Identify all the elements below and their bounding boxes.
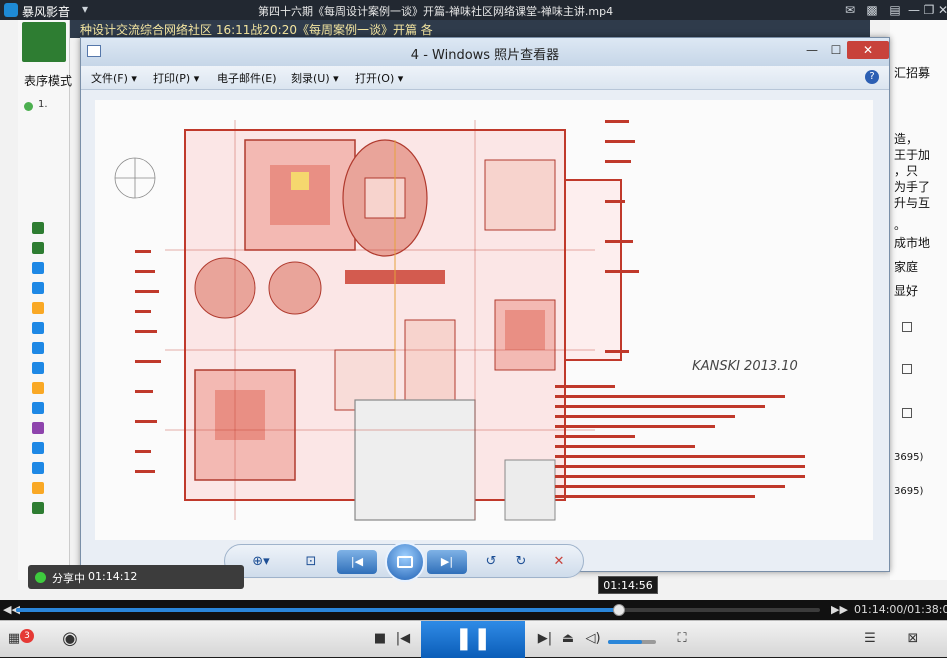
next-icon[interactable]: ▶| (427, 550, 467, 574)
mode-label: 表序模式 (24, 74, 73, 88)
user-icon (32, 322, 44, 334)
share-time: 01:14:12 (88, 570, 138, 583)
seek-handle[interactable] (613, 604, 625, 616)
background-sidebar: 表序模式 1. (18, 20, 73, 580)
app-logo-icon[interactable] (4, 3, 18, 17)
fullscreen-icon[interactable]: ⛶ (672, 629, 692, 649)
app-name[interactable]: 暴风影音 (22, 3, 70, 20)
menu-file[interactable]: 文件(F) ▾ (91, 70, 137, 86)
user-icon (32, 282, 44, 294)
user-icon (32, 362, 44, 374)
stop-icon[interactable]: ■ (370, 629, 390, 649)
background-right-panel: 汇招募 造， 王于加 ，只 为手了 升与互 。 成市地 家庭 显好 3695) … (890, 20, 947, 580)
fast-forward-icon[interactable]: ▶▶ (831, 603, 848, 616)
pv-close-button[interactable]: ✕ (847, 41, 889, 59)
app-menu-arrow-icon[interactable]: ▾ (82, 2, 88, 16)
right-text: 王于加 (894, 148, 931, 162)
share-label: 分享中 (52, 572, 85, 585)
right-text: 升与互 (894, 196, 931, 210)
user-icon (32, 402, 44, 414)
first-item-label: 1. (38, 99, 48, 110)
video-area[interactable]: 种设计交流综合网络社区 16:11战20:20《每周案例一谈》开篇 各 表序模式… (0, 20, 947, 600)
photo-viewer-title: 4 - Windows 照片查看器 (410, 48, 560, 63)
time-display: 01:14:00/01:38:02 (854, 603, 947, 616)
eye-icon[interactable]: ◉ (52, 629, 88, 649)
delete-icon[interactable]: ✕ (547, 552, 571, 572)
right-text: 为手了 (894, 180, 931, 194)
checkbox-icon[interactable] (902, 364, 912, 374)
close-icon[interactable]: ✕ (935, 2, 947, 18)
status-dot-icon (24, 102, 33, 111)
background-banner: 种设计交流综合网络社区 16:11战20:20《每周案例一谈》开篇 各 (70, 20, 870, 38)
help-icon[interactable]: ? (865, 70, 879, 84)
right-text: 成市地 (894, 236, 931, 250)
volume-level (608, 640, 642, 644)
settings-icon[interactable]: ▤ (887, 2, 903, 18)
user-icon (32, 482, 44, 494)
volume-icon[interactable]: ◁) (583, 629, 603, 649)
plan-signature: KANSKI 2013.10 (692, 359, 798, 374)
user-icon (32, 242, 44, 254)
notification-badge: 3 (20, 629, 34, 643)
photo-viewer-toolbar: ⊕▾ ⊡ |◀ ▶| ↺ ↻ ✕ (224, 542, 584, 582)
volume-slider[interactable] (608, 640, 656, 644)
share-status-dot-icon (35, 572, 46, 583)
photo-viewer-menubar: 文件(F) ▾ 打印(P) ▾ 电子邮件(E) 刻录(U) ▾ 打开(O) ▾ … (81, 66, 889, 90)
right-text: 汇招募 (894, 66, 931, 80)
right-text: 显好 (894, 284, 919, 298)
menu-open[interactable]: 打开(O) ▾ (355, 70, 403, 86)
layout-icon[interactable]: ⊠ (903, 629, 923, 649)
checkbox-icon[interactable] (902, 408, 912, 418)
previous-track-icon[interactable]: |◀ (393, 629, 413, 649)
seek-progress (16, 608, 619, 612)
seek-tooltip: 01:14:56 (598, 576, 658, 594)
photo-viewer-caption: 4 - Windows 照片查看器 — ☐ ✕ (81, 38, 889, 66)
seek-bar-area: ◀◀ ▶▶ 01:14:00/01:38:02 (0, 600, 947, 620)
user-icon (32, 342, 44, 354)
user-icon (32, 462, 44, 474)
minimize-icon[interactable]: — (906, 2, 922, 18)
right-number: 3695) (894, 452, 924, 463)
zoom-icon[interactable]: ⊕▾ (249, 552, 273, 572)
community-logo-icon (22, 22, 66, 62)
user-icon (32, 222, 44, 234)
pv-minimize-button[interactable]: — (801, 41, 823, 59)
right-text: 家庭 (894, 260, 919, 274)
user-icon (32, 442, 44, 454)
skin-icon[interactable]: ▩ (864, 2, 880, 18)
user-icon (32, 262, 44, 274)
menu-email[interactable]: 电子邮件(E) (217, 70, 277, 86)
playlist-icon[interactable]: ☰ (860, 629, 880, 649)
rotate-left-icon[interactable]: ↺ (479, 552, 503, 572)
control-bar: ▦ 3 ◉ ■ |◀ ❚❚ ▶| ⏏ ◁) ⛶ ☰ ⊠ (0, 620, 947, 658)
pv-maximize-button[interactable]: ☐ (825, 41, 847, 59)
menu-print[interactable]: 打印(P) ▾ (153, 70, 199, 86)
slideshow-icon[interactable] (385, 542, 425, 582)
user-icon (32, 422, 44, 434)
right-text: 。 (894, 218, 907, 232)
pause-button[interactable]: ❚❚ (421, 621, 525, 658)
next-track-icon[interactable]: ▶| (535, 629, 555, 649)
message-icon[interactable]: ✉ (842, 2, 858, 18)
window-title: 第四十六期《每周设计案例一谈》开篇-禅味社区网络课堂-禅味主讲.mp4 (258, 5, 614, 18)
photo-viewer-window: 4 - Windows 照片查看器 — ☐ ✕ 文件(F) ▾ 打印(P) ▾ … (80, 37, 890, 572)
player-title-bar: 暴风影音 ▾ 第四十六期《每周设计案例一谈》开篇-禅味社区网络课堂-禅味主讲.m… (0, 0, 947, 20)
eject-icon[interactable]: ⏏ (558, 629, 578, 649)
right-text: 造， (894, 132, 919, 146)
fit-icon[interactable]: ⊡ (299, 552, 323, 572)
user-icon (32, 502, 44, 514)
right-text: ，只 (894, 164, 919, 178)
rotate-right-icon[interactable]: ↻ (509, 552, 533, 572)
checkbox-icon[interactable] (902, 322, 912, 332)
seek-track[interactable] (16, 604, 820, 616)
menu-burn[interactable]: 刻录(U) ▾ (291, 70, 339, 86)
floor-plan-image: KANSKI 2013.10 (95, 100, 873, 540)
user-icon (32, 302, 44, 314)
right-number: 3695) (894, 486, 924, 497)
previous-icon[interactable]: |◀ (337, 550, 377, 574)
image-stage[interactable]: KANSKI 2013.10 (95, 100, 873, 540)
share-status: 分享中 01:14:12 (28, 565, 244, 589)
user-icon (32, 382, 44, 394)
